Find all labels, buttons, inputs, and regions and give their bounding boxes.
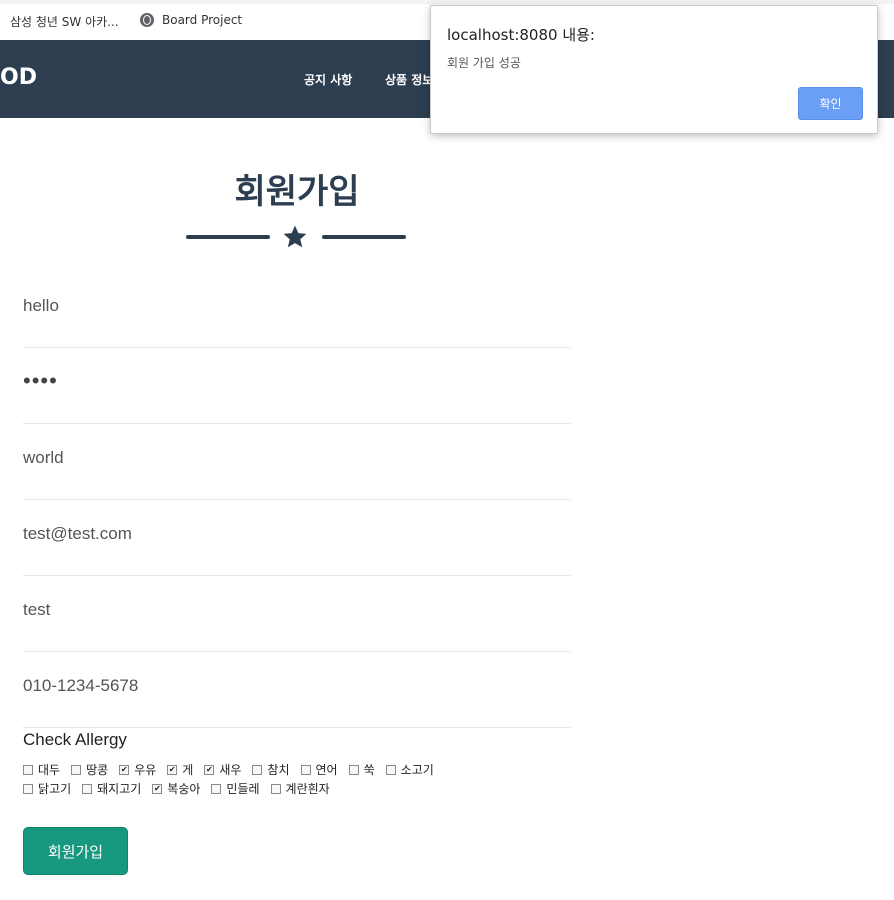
checkbox-checked[interactable]: ✔ [204,764,215,775]
form-field-id [23,272,571,348]
email-input[interactable] [23,524,563,544]
password-input[interactable] [23,368,563,394]
allergy-label: 돼지고기 [97,782,142,796]
checkbox[interactable] [23,783,33,794]
allergy-item[interactable]: 닭고기 [23,780,71,797]
allergy-item[interactable]: 민들레 [211,780,260,797]
checkbox-checked[interactable]: ✔ [152,783,163,794]
bookmark-board-project[interactable]: Board Project [140,13,242,27]
signup-form [23,272,571,728]
title-divider [186,224,406,250]
allergy-label: 새우 [219,763,242,777]
checkbox[interactable] [252,764,263,775]
allergy-label: 닭고기 [38,782,72,796]
allergy-item[interactable]: 땅콩 [71,761,108,778]
signup-submit-button[interactable]: 회원가입 [23,827,128,875]
form-field-password [23,348,571,424]
allergy-label: 복숭아 [167,782,201,796]
checkbox[interactable] [385,764,396,775]
checkbox[interactable] [348,764,359,775]
allergy-item[interactable]: ✔ 게 [167,761,193,778]
form-field-email [23,500,571,576]
checkbox[interactable] [300,764,311,775]
allergy-label: 대두 [38,763,61,777]
divider-line [322,235,406,239]
allergy-item[interactable]: 참치 [252,761,290,778]
dialog-message: 회원 가입 성공 [447,56,521,70]
allergy-item[interactable]: 쑥 [348,761,375,778]
form-field-name [23,424,571,500]
allergy-label: 게 [182,763,194,777]
star-icon [283,225,307,248]
divider-line [186,235,270,239]
globe-icon [140,13,154,27]
address-input[interactable] [23,600,563,620]
allergy-label: 참치 [267,763,290,777]
checkbox[interactable] [270,783,281,794]
allergy-item[interactable]: ✔ 복숭아 [152,780,200,797]
allergy-label: 연어 [315,763,338,777]
allergy-label: 우유 [134,763,157,777]
allergy-item[interactable]: 돼지고기 [82,780,141,797]
allergy-item[interactable]: ✔ 우유 [119,761,156,778]
allergy-label: 땅콩 [86,763,109,777]
allergy-item[interactable]: 계란흰자 [270,780,330,797]
checkbox[interactable] [23,764,33,775]
form-field-phone [23,652,571,728]
id-input[interactable] [23,296,563,316]
allergy-item[interactable]: 연어 [300,761,338,778]
dialog-ok-button[interactable]: 확인 [798,87,863,120]
nav-link-notice[interactable]: 공지 사항 [304,71,352,88]
allergy-item[interactable]: 소고기 [385,761,434,778]
allergy-label: 민들레 [226,782,260,796]
allergy-label: 계란흰자 [285,782,330,796]
allergy-item[interactable]: ✔ 새우 [204,761,241,778]
checkbox-checked[interactable]: ✔ [119,764,130,775]
checkbox[interactable] [71,764,82,775]
phone-input[interactable] [23,676,563,696]
bookmark-label: Board Project [162,13,243,27]
brand-logo[interactable]: OD [0,65,37,90]
checkbox[interactable] [82,783,93,794]
allergy-label: 쑥 [363,763,375,777]
page-title: 회원가입 [234,172,360,212]
allergy-item[interactable]: 대두 [23,761,60,778]
allergy-row: 대두 땅콩 ✔ 우유 ✔ 게 ✔ 새우 참치 연어 쑥 소고기 [23,761,445,778]
name-input[interactable] [23,448,563,468]
allergy-row: 닭고기 돼지고기 ✔ 복숭아 민들레 계란흰자 [23,780,341,797]
dialog-title: localhost:8080 내용: [447,26,595,44]
form-field-address [23,576,571,652]
allergy-title: Check Allergy [23,730,127,749]
bookmark-label: 삼성 청년 SW 아카... [10,15,119,29]
alert-dialog: localhost:8080 내용: 회원 가입 성공 확인 [430,5,878,134]
checkbox-checked[interactable]: ✔ [167,764,178,775]
nav-link-products[interactable]: 상품 정보 [385,71,433,88]
allergy-label: 소고기 [400,763,434,777]
checkbox[interactable] [211,783,222,794]
bookmark-ssafy[interactable]: 삼성 청년 SW 아카... [10,13,119,30]
